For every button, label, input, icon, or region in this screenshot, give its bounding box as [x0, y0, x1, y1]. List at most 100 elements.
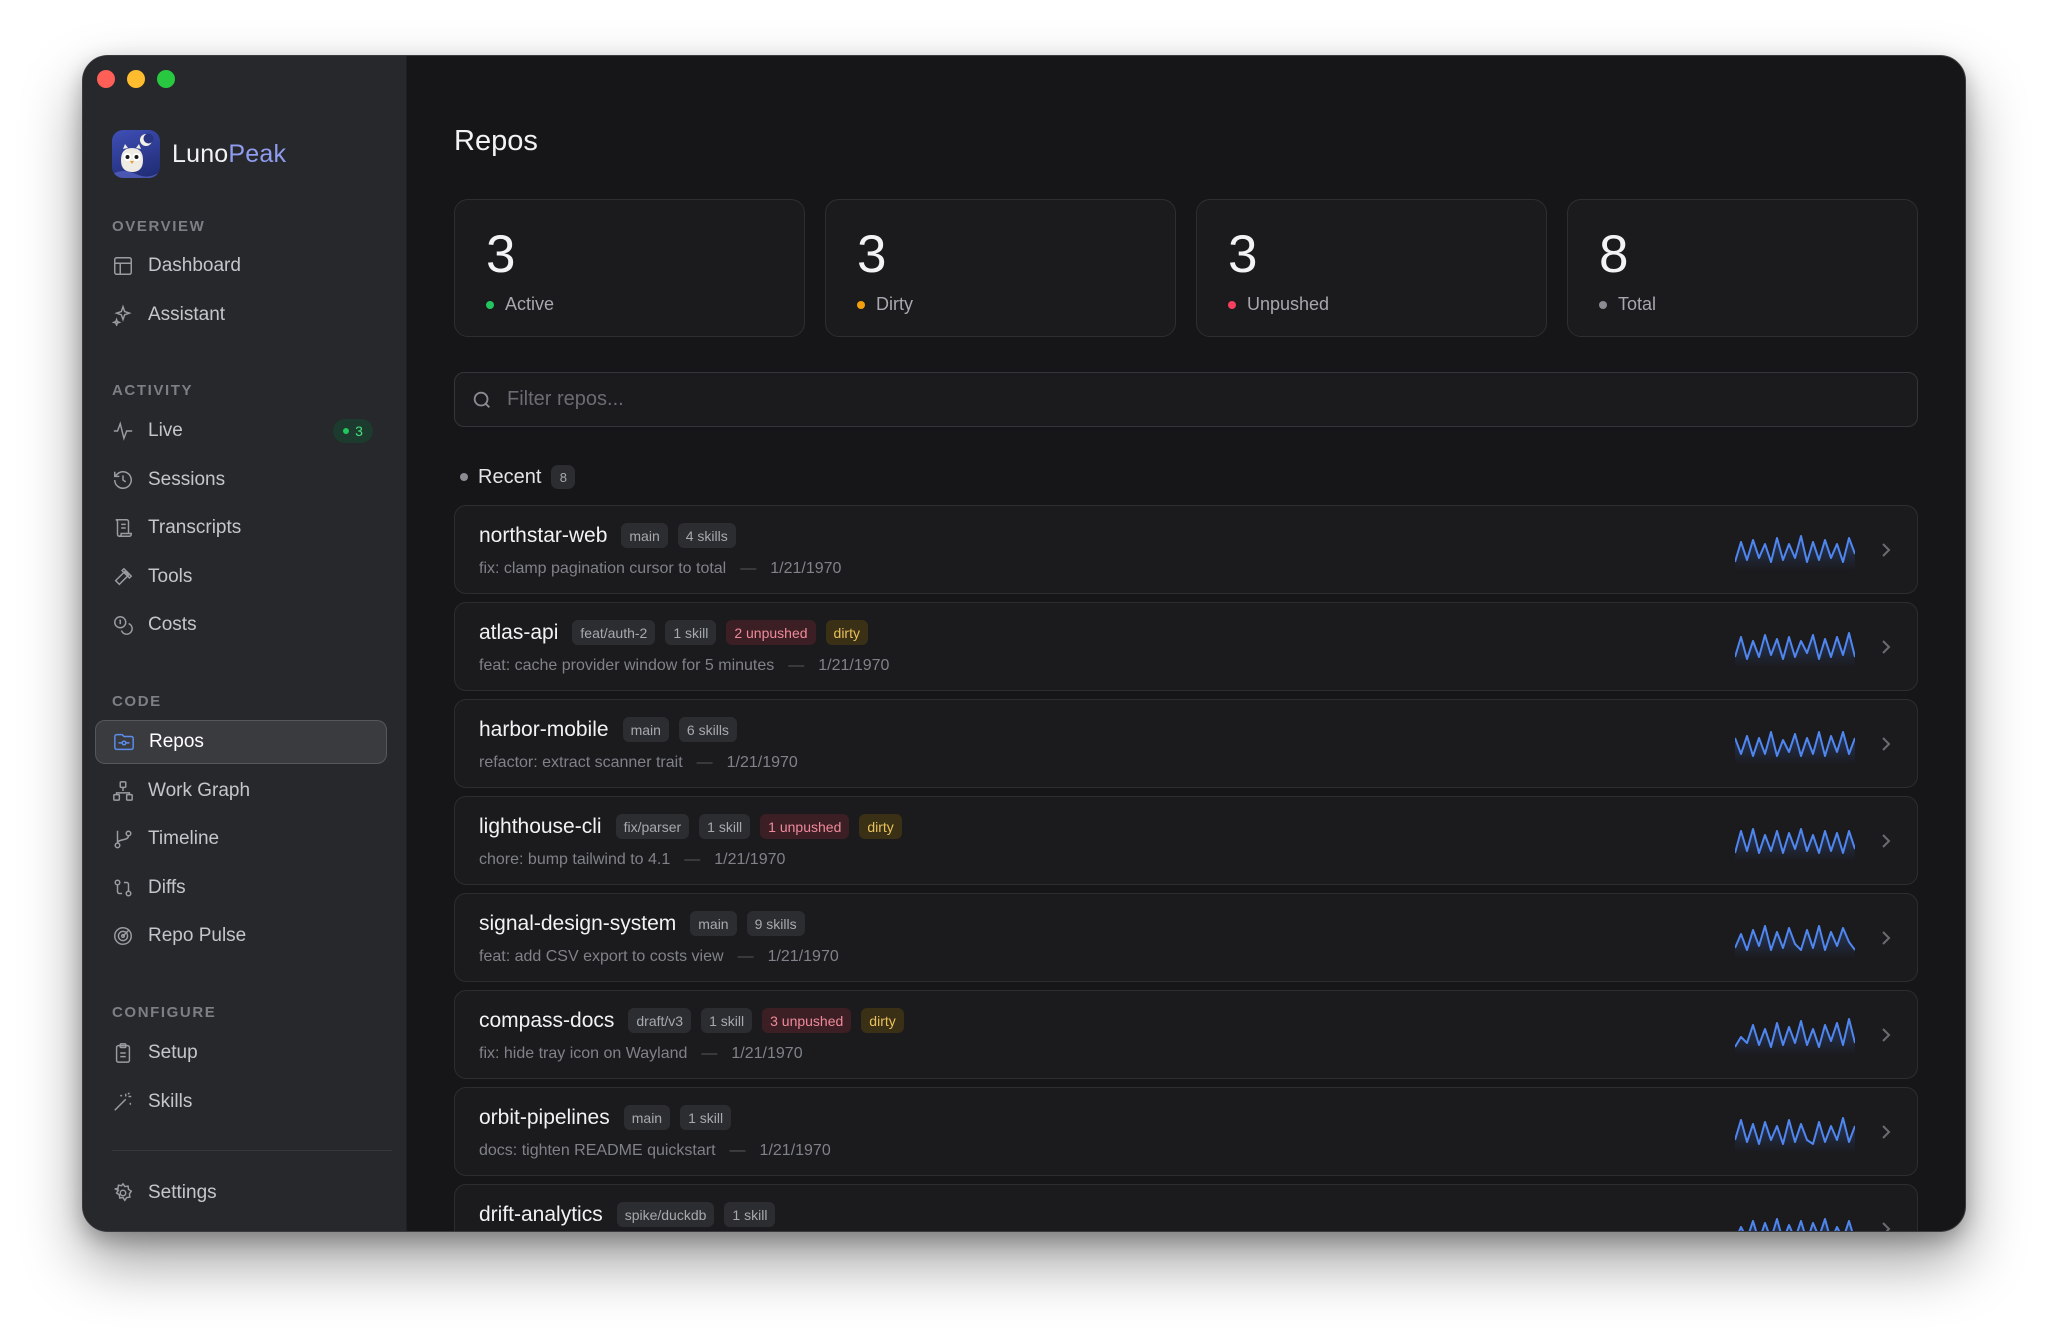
group-header-recent[interactable]: Recent 8: [460, 465, 576, 489]
skills-tag: 1 skill: [699, 814, 751, 839]
sidebar-item-label: Repo Pulse: [148, 925, 247, 946]
dirty-badge: dirty: [825, 620, 868, 645]
brand-name-primary: Luno: [172, 139, 229, 168]
last-commit-date: 1/21/1970: [726, 754, 798, 771]
unpushed-badge: 3 unpushed: [762, 1008, 852, 1033]
filter-repos-field[interactable]: [454, 372, 1918, 427]
last-commit-message: feat: add CSV export to costs view: [479, 948, 724, 965]
brand: LunoPeak: [112, 130, 286, 178]
skills-tag: 1 skill: [724, 1202, 776, 1227]
stat-value: 3: [857, 225, 887, 284]
repo-title-line: compass-docs draft/v3 1 skill 3 unpushed d…: [479, 1008, 904, 1033]
app-window: LunoPeak OVERVIEW Dashboard Assistant AC…: [82, 55, 1966, 1232]
repo-subline: fix: clamp pagination cursor to total — …: [479, 560, 841, 578]
repo-subline: feat: cache provider window for 5 minute…: [479, 657, 889, 675]
gear-icon: [114, 1182, 133, 1202]
sidebar-item-repo-pulse[interactable]: Repo Pulse: [95, 914, 387, 958]
radar-icon: [114, 927, 132, 945]
stat-label: Dirty: [876, 294, 913, 314]
sidebar-item-setup[interactable]: Setup: [95, 1031, 387, 1075]
sparkle-icon: [112, 304, 132, 326]
clipboard-icon: [115, 1043, 131, 1063]
repo-title-line: drift-analytics spike/duckdb 1 skill: [479, 1202, 776, 1227]
sidebar: LunoPeak OVERVIEW Dashboard Assistant AC…: [83, 56, 407, 1231]
status-dot: [1599, 300, 1607, 309]
skills-tag: 1 skill: [680, 1105, 732, 1130]
repo-title-line: northstar-web main 4 skills: [479, 523, 736, 548]
separator: —: [696, 754, 713, 771]
sidebar-item-assistant[interactable]: Assistant: [95, 293, 387, 337]
repo-row[interactable]: signal-design-system main 9 skills feat:…: [454, 893, 1918, 982]
repo-row[interactable]: northstar-web main 4 skills fix: clamp p…: [454, 505, 1918, 594]
chevron-right-icon: [1882, 737, 1891, 751]
repo-row[interactable]: orbit-pipelines main 1 skill docs: tight…: [454, 1087, 1918, 1176]
stat-value: 3: [1228, 225, 1258, 284]
last-commit-date: 1/21/1970: [714, 851, 786, 868]
activity-sparkline: [1735, 731, 1855, 764]
repo-name: northstar-web: [479, 523, 608, 547]
sidebar-item-settings[interactable]: Settings: [95, 1171, 387, 1215]
sidebar-item-label: Assistant: [148, 304, 226, 325]
chevron-right-icon: [1882, 1125, 1891, 1139]
skills-tag: 9 skills: [746, 911, 805, 936]
search-icon: [473, 391, 490, 408]
sidebar-item-label: Repos: [149, 731, 204, 752]
section-label-overview: OVERVIEW: [112, 218, 206, 235]
owl-logo-icon: [112, 130, 160, 178]
scroll-icon: [115, 519, 132, 537]
last-commit-date: 1/21/1970: [731, 1045, 803, 1062]
sidebar-item-label: Setup: [148, 1042, 198, 1063]
stat-label-row: Dirty: [857, 294, 913, 315]
repo-title-line: atlas-api feat/auth-2 1 skill 2 unpushed d…: [479, 620, 868, 645]
chevron-right-icon: [1882, 834, 1891, 848]
chevron-right-icon: [1882, 1222, 1891, 1231]
minimize-window-button[interactable]: [127, 70, 145, 88]
graph-icon: [113, 781, 133, 801]
unpushed-badge: 1 unpushed: [760, 814, 850, 839]
last-commit-message: feat: cache provider window for 5 minute…: [479, 657, 775, 674]
sidebar-item-costs[interactable]: Costs: [95, 603, 387, 647]
last-commit-date: 1/21/1970: [759, 1142, 831, 1159]
history-icon: [114, 471, 132, 489]
sidebar-item-skills[interactable]: Skills: [95, 1080, 387, 1124]
sidebar-item-diffs[interactable]: Diffs: [95, 866, 387, 910]
branch-tag: fix/parser: [615, 814, 690, 839]
repo-row[interactable]: lighthouse-cli fix/parser 1 skill 1 unpus…: [454, 796, 1918, 885]
stat-card-total: 8 Total: [1567, 199, 1918, 337]
sidebar-item-label: Sessions: [148, 469, 226, 490]
separator: —: [729, 1142, 746, 1159]
branch-tag: main: [621, 523, 668, 548]
sidebar-item-timeline[interactable]: Timeline: [95, 817, 387, 861]
section-label-code: CODE: [112, 693, 162, 710]
repo-row[interactable]: atlas-api feat/auth-2 1 skill 2 unpushed d…: [454, 602, 1918, 691]
repo-row[interactable]: harbor-mobile main 6 skills refactor: ex…: [454, 699, 1918, 788]
status-dot: [857, 300, 865, 309]
skills-tag: 1 skill: [701, 1008, 753, 1033]
separator: —: [684, 851, 701, 868]
sidebar-item-label: Work Graph: [148, 780, 251, 801]
diff-icon: [114, 879, 132, 897]
branch-tag: main: [622, 717, 669, 742]
repo-row[interactable]: compass-docs draft/v3 1 skill 3 unpushed d…: [454, 990, 1918, 1079]
activity-sparkline: [1735, 1117, 1855, 1152]
last-commit-date: 1/21/1970: [818, 657, 890, 674]
separator: —: [788, 657, 805, 674]
sidebar-item-dashboard[interactable]: Dashboard: [95, 244, 387, 288]
sidebar-item-work-graph[interactable]: Work Graph: [95, 769, 387, 813]
sidebar-item-live[interactable]: Live 3: [95, 409, 387, 453]
close-window-button[interactable]: [97, 70, 115, 88]
sidebar-item-transcripts[interactable]: Transcripts: [95, 506, 387, 550]
filter-repos-input[interactable]: [507, 388, 1809, 411]
chevron-right-icon: [1882, 931, 1891, 945]
last-commit-date: 1/21/1970: [767, 948, 839, 965]
repo-row[interactable]: drift-analytics spike/duckdb 1 skill: [454, 1184, 1918, 1231]
skills-tag: 4 skills: [677, 523, 736, 548]
main-content: Repos 3 Active 3 Dirty 3 Unpushed 8 Tota…: [407, 56, 1965, 1231]
sidebar-item-repos[interactable]: Repos: [95, 720, 387, 764]
zoom-window-button[interactable]: [157, 70, 175, 88]
stat-card-unpushed: 3 Unpushed: [1196, 199, 1547, 337]
sidebar-item-tools[interactable]: Tools: [95, 555, 387, 599]
last-commit-message: fix: hide tray icon on Wayland: [479, 1045, 688, 1062]
status-dot: [1228, 300, 1236, 309]
sidebar-item-sessions[interactable]: Sessions: [95, 458, 387, 502]
